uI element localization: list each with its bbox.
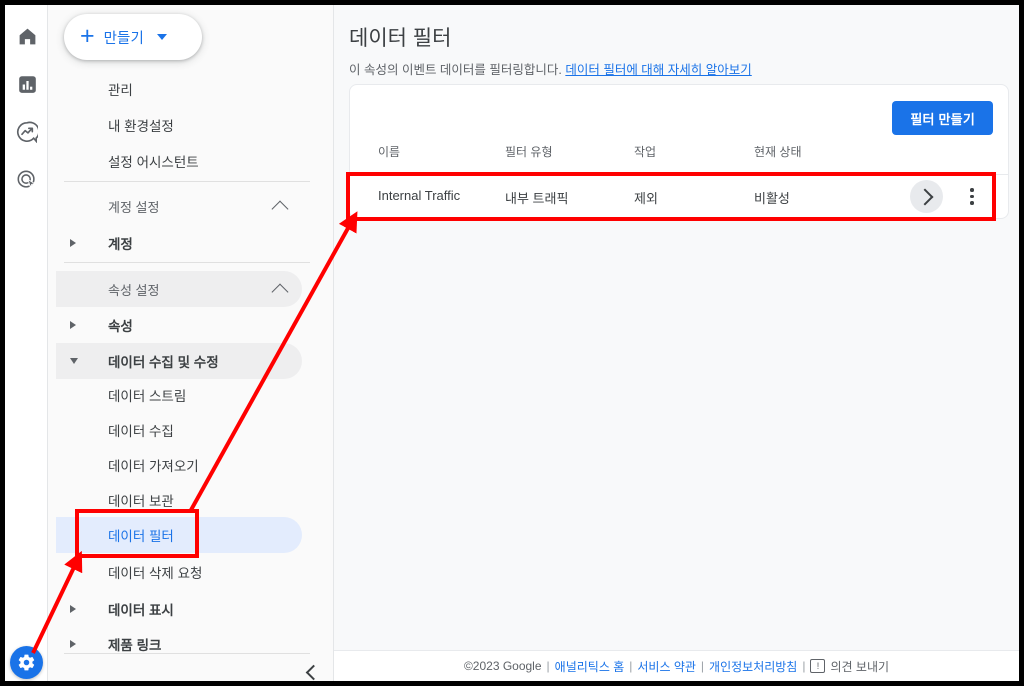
- footer-feedback-label[interactable]: 의견 보내기: [830, 658, 889, 675]
- triangle-right-icon: [70, 239, 76, 247]
- sidebar-item-label: 데이터 수집: [108, 424, 174, 439]
- sidebar-item-label: 데이터 스트림: [108, 389, 187, 404]
- feedback-icon: !: [810, 659, 826, 673]
- footer: ©2023 Google | 애널리틱스 홈 | 서비스 약관 | 개인정보처리…: [334, 650, 1019, 681]
- chevron-down-icon: [156, 34, 167, 40]
- cell-filter-type: 내부 트래픽: [505, 191, 569, 206]
- footer-copyright: ©2023 Google: [463, 659, 542, 673]
- chevron-up-icon: [271, 283, 289, 300]
- triangle-right-icon: [70, 321, 76, 329]
- sidebar-group-label: 데이터 표시: [108, 603, 174, 618]
- triangle-down-icon: [70, 358, 78, 364]
- sidebar-item-label: 설정 어시스턴트: [108, 155, 199, 170]
- page-subtitle-text: 이 속성의 이벤트 데이터를 필터링합니다.: [349, 63, 562, 77]
- sidebar-item-data-import[interactable]: 데이터 가져오기: [56, 447, 302, 483]
- footer-separator: |: [802, 659, 806, 673]
- advertising-icon[interactable]: [14, 167, 40, 193]
- home-icon[interactable]: [14, 23, 40, 49]
- create-button-label: 만들기: [103, 30, 144, 47]
- column-header-name: 이름: [378, 145, 401, 159]
- sidebar-item-my-preferences[interactable]: 내 환경설정: [56, 107, 318, 143]
- column-header-operation: 작업: [634, 145, 657, 159]
- plus-icon: +: [80, 21, 95, 50]
- divider: [64, 262, 310, 263]
- sidebar-section-label: 계정 설정: [108, 199, 160, 215]
- sidebar-item-data-deletion-requests[interactable]: 데이터 삭제 요청: [56, 554, 302, 590]
- chevron-up-icon: [271, 200, 289, 217]
- divider: [64, 653, 310, 654]
- sidebar-item-label: 관리: [108, 83, 133, 98]
- explore-icon[interactable]: [14, 119, 40, 145]
- sidebar-section-label: 속성 설정: [108, 282, 160, 298]
- sidebar-item-label: 데이터 필터: [108, 529, 174, 544]
- table-row[interactable]: Internal Traffic 내부 트래픽 제외 비활성: [350, 174, 1008, 219]
- analytics-admin-window: + 만들기 관리 내 환경설정 설정 어시스턴트 계정 설정 계정 속성 설정: [5, 5, 1019, 681]
- sidebar-item-data-retention[interactable]: 데이터 보관: [56, 482, 302, 518]
- table-header-row: 이름 필터 유형 작업 현재 상태: [350, 143, 1008, 175]
- filters-card: 필터 만들기 이름 필터 유형 작업 현재 상태 Internal Traffi…: [349, 84, 1009, 219]
- cell-name: Internal Traffic: [378, 188, 461, 203]
- sidebar-section-property-settings[interactable]: 속성 설정: [56, 271, 302, 307]
- column-header-state: 현재 상태: [754, 145, 802, 159]
- chevron-left-icon[interactable]: [300, 660, 324, 681]
- sidebar-group-account[interactable]: 계정: [56, 225, 302, 261]
- page-subtitle: 이 속성의 이벤트 데이터를 필터링합니다. 데이터 필터에 대해 자세히 알아…: [349, 59, 752, 78]
- footer-separator: |: [629, 659, 633, 673]
- cell-state: 비활성: [754, 191, 790, 206]
- triangle-right-icon: [70, 640, 76, 648]
- footer-link-analytics-home[interactable]: 애널리틱스 홈: [555, 658, 625, 675]
- sidebar-section-account-settings[interactable]: 계정 설정: [56, 188, 302, 224]
- chevron-right-icon[interactable]: [910, 180, 943, 213]
- sidebar-group-label: 속성: [108, 319, 133, 334]
- sidebar-group-label: 계정: [108, 237, 133, 252]
- footer-separator: |: [700, 659, 705, 673]
- main-content: 데이터 필터 이 속성의 이벤트 데이터를 필터링합니다. 데이터 필터에 대해…: [334, 5, 1019, 681]
- gear-icon[interactable]: [10, 646, 43, 679]
- sidebar-item-setup-assistant[interactable]: 설정 어시스턴트: [56, 143, 318, 179]
- sidebar-group-product-links[interactable]: 제품 링크: [56, 626, 302, 662]
- column-header-filter-type: 필터 유형: [505, 145, 553, 159]
- sidebar-group-property[interactable]: 속성: [56, 307, 302, 343]
- sidebar-item-admin[interactable]: 관리: [56, 71, 318, 107]
- sidebar-item-label: 데이터 가져오기: [108, 459, 199, 474]
- sidebar-item-data-filters[interactable]: 데이터 필터: [56, 517, 302, 553]
- divider: [64, 181, 310, 182]
- page-title: 데이터 필터: [349, 27, 452, 50]
- admin-sidebar: + 만들기 관리 내 환경설정 설정 어시스턴트 계정 설정 계정 속성 설정: [48, 5, 334, 681]
- learn-more-link[interactable]: 데이터 필터에 대해 자세히 알아보기: [565, 63, 751, 77]
- sidebar-item-data-streams[interactable]: 데이터 스트림: [56, 377, 302, 413]
- sidebar-item-data-collection[interactable]: 데이터 수집: [56, 412, 302, 448]
- footer-link-terms-of-service[interactable]: 서비스 약관: [637, 658, 696, 675]
- create-filter-button[interactable]: 필터 만들기: [892, 101, 993, 135]
- triangle-right-icon: [70, 605, 76, 613]
- sidebar-item-label: 내 환경설정: [108, 119, 174, 134]
- more-vert-icon[interactable]: [958, 180, 986, 213]
- footer-separator: |: [546, 659, 550, 673]
- sidebar-item-label: 데이터 보관: [108, 494, 174, 509]
- sidebar-group-data-collection-and-modification[interactable]: 데이터 수집 및 수정: [56, 343, 302, 379]
- sidebar-group-label: 데이터 수집 및 수정: [108, 355, 219, 370]
- cell-operation: 제외: [634, 191, 658, 206]
- create-button[interactable]: + 만들기: [64, 14, 202, 60]
- footer-link-privacy-policy[interactable]: 개인정보처리방침: [709, 658, 797, 675]
- icon-rail: [5, 5, 48, 681]
- sidebar-item-label: 데이터 삭제 요청: [108, 566, 203, 581]
- sidebar-group-data-display[interactable]: 데이터 표시: [56, 591, 302, 627]
- reports-icon[interactable]: [14, 71, 40, 97]
- sidebar-group-label: 제품 링크: [108, 638, 162, 653]
